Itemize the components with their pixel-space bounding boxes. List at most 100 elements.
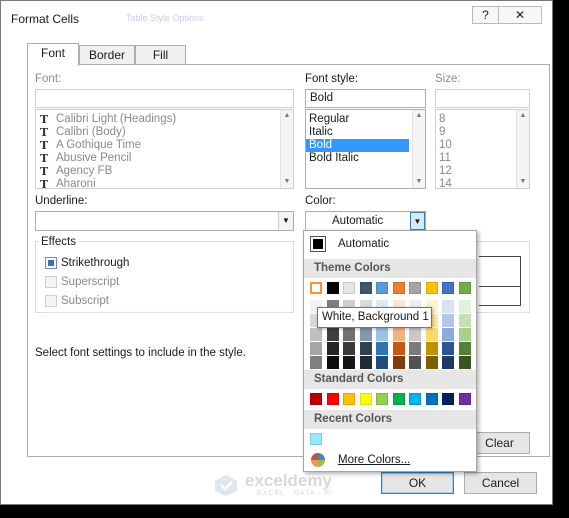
theme-shade-swatch[interactable] — [343, 342, 355, 355]
close-button[interactable]: ✕ — [499, 6, 542, 24]
standard-color-swatch[interactable] — [343, 393, 355, 405]
theme-shade-swatch[interactable] — [442, 314, 454, 327]
theme-color-swatch[interactable] — [458, 282, 471, 294]
theme-shade-swatch[interactable] — [343, 356, 355, 369]
font-style-list-item[interactable]: Bold Italic — [306, 152, 409, 165]
theme-shade-swatch[interactable] — [409, 356, 421, 369]
theme-color-swatch[interactable] — [442, 282, 454, 294]
recent-color-swatch[interactable] — [310, 433, 322, 445]
theme-color-swatch[interactable] — [359, 282, 372, 294]
tab-fill[interactable]: Fill — [135, 45, 186, 65]
standard-color-swatch[interactable] — [392, 393, 405, 405]
cancel-button[interactable]: Cancel — [464, 472, 537, 494]
theme-color-swatch[interactable] — [376, 282, 388, 294]
theme-shade-swatch[interactable] — [458, 356, 471, 369]
theme-color-swatch[interactable] — [425, 282, 438, 294]
help-button[interactable]: ? — [472, 6, 499, 24]
standard-color-swatch[interactable] — [458, 393, 471, 405]
scroll-down-icon[interactable]: ▼ — [517, 176, 529, 188]
theme-shade-swatch[interactable] — [343, 328, 355, 341]
theme-shade-swatch[interactable] — [359, 356, 372, 369]
subscript-label: Subscript — [61, 295, 109, 307]
chevron-down-icon[interactable]: ▼ — [278, 212, 293, 230]
theme-shade-swatch[interactable] — [310, 328, 322, 341]
tab-font[interactable]: Font — [27, 43, 79, 66]
underline-dropdown[interactable]: ▼ — [35, 211, 294, 231]
theme-shade-swatch[interactable] — [442, 356, 454, 369]
strikethrough-checkbox[interactable] — [45, 257, 57, 269]
size-list-scrollbar[interactable]: ▲ ▼ — [516, 110, 529, 188]
standard-color-swatch[interactable] — [425, 393, 438, 405]
theme-shade-swatch[interactable] — [458, 314, 471, 327]
theme-shade-swatch[interactable] — [376, 328, 388, 341]
theme-shade-swatch[interactable] — [409, 342, 421, 355]
font-input[interactable] — [35, 89, 294, 108]
theme-shade-swatch[interactable] — [425, 328, 438, 341]
font-list-item[interactable]: Aharoni — [36, 178, 293, 188]
scroll-up-icon[interactable]: ▲ — [517, 110, 529, 122]
font-list-item[interactable]: Calibri Light (Headings) — [36, 113, 293, 126]
tab-border[interactable]: Border — [79, 45, 135, 65]
theme-shade-swatch[interactable] — [359, 328, 372, 341]
theme-shade-swatch[interactable] — [376, 342, 388, 355]
superscript-checkbox[interactable] — [45, 276, 57, 288]
font-style-list-item[interactable]: Italic — [306, 126, 409, 139]
chevron-down-icon[interactable]: ▼ — [410, 212, 425, 230]
theme-shade-swatch[interactable] — [442, 328, 454, 341]
theme-color-swatch[interactable] — [326, 282, 339, 294]
subscript-checkbox[interactable] — [45, 295, 57, 307]
font-list-item[interactable]: A Gothique Time — [36, 139, 293, 152]
theme-shade-swatch[interactable] — [310, 356, 322, 369]
theme-color-swatch[interactable] — [409, 282, 421, 294]
color-dropdown[interactable]: Automatic ▼ — [305, 211, 426, 231]
scroll-up-icon[interactable]: ▲ — [281, 110, 293, 122]
font-style-list-item[interactable]: Bold — [306, 139, 409, 152]
theme-color-swatch[interactable] — [392, 282, 405, 294]
ok-button[interactable]: OK — [381, 472, 454, 494]
theme-shade-swatch[interactable] — [392, 356, 405, 369]
more-colors-option[interactable]: More Colors... — [304, 450, 476, 472]
font-list-item[interactable]: Calibri (Body) — [36, 126, 293, 139]
automatic-color-option[interactable]: Automatic — [304, 231, 476, 257]
theme-shade-swatch[interactable] — [376, 356, 388, 369]
theme-color-swatch[interactable] — [343, 282, 355, 294]
theme-shade-swatch[interactable] — [326, 328, 339, 341]
theme-shade-swatch[interactable] — [310, 342, 322, 355]
theme-color-swatch[interactable] — [310, 282, 322, 294]
font-style-input[interactable]: Bold — [305, 89, 426, 108]
size-input[interactable] — [435, 89, 530, 108]
font-style-scrollbar[interactable]: ▲ ▼ — [412, 110, 425, 188]
size-list[interactable]: 8 9 10 11 12 14 ▲ ▼ — [435, 109, 530, 189]
theme-shade-swatch[interactable] — [458, 342, 471, 355]
background-window-title: Table Style Options — [126, 13, 204, 23]
standard-color-swatch[interactable] — [310, 393, 322, 405]
standard-color-swatch[interactable] — [326, 393, 339, 405]
clear-button[interactable]: Clear — [469, 432, 530, 454]
theme-shade-swatch[interactable] — [425, 356, 438, 369]
scroll-up-icon[interactable]: ▲ — [413, 110, 425, 122]
theme-shade-swatch[interactable] — [326, 356, 339, 369]
scroll-down-icon[interactable]: ▼ — [413, 176, 425, 188]
font-style-list-item[interactable]: Regular — [306, 113, 409, 126]
theme-shade-swatch[interactable] — [392, 342, 405, 355]
scroll-down-icon[interactable]: ▼ — [281, 176, 293, 188]
font-list-item[interactable]: Agency FB — [36, 165, 293, 178]
standard-color-swatch[interactable] — [359, 393, 372, 405]
font-style-list[interactable]: Regular Italic Bold Bold Italic ▲ ▼ — [305, 109, 426, 189]
theme-shade-swatch[interactable] — [409, 328, 421, 341]
font-list[interactable]: Calibri Light (Headings)Calibri (Body)A … — [35, 109, 294, 189]
theme-shade-swatch[interactable] — [442, 300, 454, 313]
theme-shade-swatch[interactable] — [458, 300, 471, 313]
font-list-scrollbar[interactable]: ▲ ▼ — [280, 110, 293, 188]
theme-shade-swatch[interactable] — [326, 342, 339, 355]
hint-text: Select font settings to include in the s… — [35, 347, 246, 359]
theme-shade-swatch[interactable] — [392, 328, 405, 341]
standard-color-swatch[interactable] — [376, 393, 388, 405]
standard-color-swatch[interactable] — [442, 393, 454, 405]
theme-shade-swatch[interactable] — [359, 342, 372, 355]
theme-shade-swatch[interactable] — [425, 342, 438, 355]
font-list-item[interactable]: Abusive Pencil — [36, 152, 293, 165]
standard-color-swatch[interactable] — [409, 393, 421, 405]
theme-shade-swatch[interactable] — [458, 328, 471, 341]
theme-shade-swatch[interactable] — [442, 342, 454, 355]
